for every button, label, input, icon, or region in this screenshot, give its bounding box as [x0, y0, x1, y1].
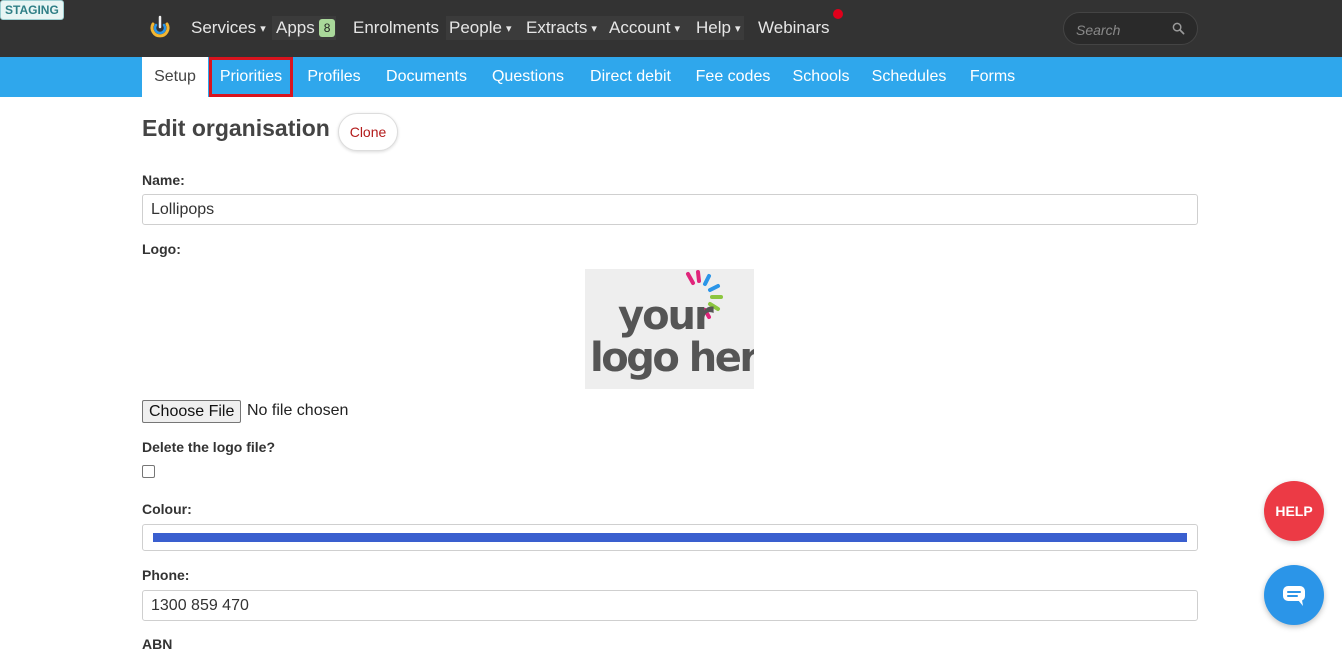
nav-people-label: People [449, 18, 502, 37]
nav-webinars[interactable]: Webinars [758, 17, 830, 39]
chat-icon [1283, 586, 1305, 606]
phone-field[interactable] [142, 590, 1198, 621]
apps-count-badge: 8 [318, 19, 336, 37]
logo-image: your logo here [585, 269, 785, 389]
nav-account[interactable]: Account ▾ [609, 17, 680, 39]
tab-forms[interactable]: Forms [962, 57, 1023, 97]
tab-schedules[interactable]: Schedules [865, 57, 953, 97]
tab-profiles[interactable]: Profiles [299, 57, 369, 97]
nav-extracts-label: Extracts [526, 18, 588, 37]
choose-file-button[interactable]: Choose File [142, 400, 242, 423]
nav-account-label: Account [609, 18, 671, 37]
chat-widget-button[interactable] [1264, 565, 1324, 625]
colour-picker-field[interactable] [142, 524, 1198, 551]
logo-text-line2: logo here [590, 335, 754, 381]
tab-documents[interactable]: Documents [377, 57, 476, 97]
nav-people[interactable]: People ▾ [449, 17, 511, 39]
search-box [1063, 12, 1198, 45]
delete-logo-label: Delete the logo file? [142, 439, 276, 455]
nav-apps[interactable]: Apps 8 [276, 17, 336, 39]
chevron-down-icon: ▾ [505, 23, 512, 35]
chevron-down-icon: ▾ [260, 23, 266, 35]
tab-priorities[interactable]: Priorities [209, 57, 293, 97]
search-input[interactable] [1074, 20, 1173, 40]
tab-direct-debit[interactable]: Direct debit [581, 57, 680, 97]
settings-tabs: Setup Priorities Profiles Documents Ques… [0, 57, 1342, 97]
logo-placeholder-graphic: your logo here [590, 270, 785, 381]
nav-services-label: Services [191, 18, 257, 37]
tab-setup[interactable]: Setup [142, 57, 208, 97]
name-label: Name: [142, 172, 185, 188]
staging-badge: STAGING [0, 0, 64, 20]
tab-fee-codes[interactable]: Fee codes [689, 57, 777, 97]
nav-enrolments-label: Enrolments [353, 18, 439, 37]
nav-webinars-label: Webinars [758, 18, 830, 37]
colour-label: Colour: [142, 501, 192, 517]
logo-text-line1: your [618, 293, 714, 339]
tab-questions[interactable]: Questions [484, 57, 572, 97]
chevron-down-icon: ▾ [674, 23, 680, 35]
nav-services[interactable]: Services ▾ [191, 17, 266, 39]
clone-button[interactable]: Clone [338, 113, 398, 151]
chevron-down-icon: ▾ [591, 23, 597, 35]
phone-label: Phone: [142, 567, 190, 583]
nav-enrolments[interactable]: Enrolments [353, 17, 439, 39]
page-title: Edit organisation [142, 115, 330, 141]
name-field[interactable] [142, 194, 1198, 225]
nav-apps-label: Apps [276, 18, 315, 37]
nav-extracts[interactable]: Extracts ▾ [526, 17, 597, 39]
abn-label: ABN [142, 636, 173, 652]
logo-label: Logo: [142, 241, 181, 257]
tab-schools[interactable]: Schools [786, 57, 856, 97]
chevron-down-icon: ▾ [734, 23, 741, 35]
top-navbar: Services ▾ Apps 8 Enrolments People ▾ Extra… [0, 0, 1342, 57]
brand-logo-icon[interactable] [148, 15, 172, 39]
help-widget-button[interactable]: HELP [1264, 481, 1324, 541]
notification-dot [833, 9, 843, 19]
delete-logo-checkbox[interactable] [142, 465, 155, 478]
search-icon[interactable] [1172, 22, 1185, 35]
nav-help[interactable]: Help ▾ [696, 17, 741, 39]
file-status-text: No file chosen [247, 402, 349, 419]
nav-help-label: Help [696, 18, 731, 37]
colour-swatch [153, 533, 1187, 542]
